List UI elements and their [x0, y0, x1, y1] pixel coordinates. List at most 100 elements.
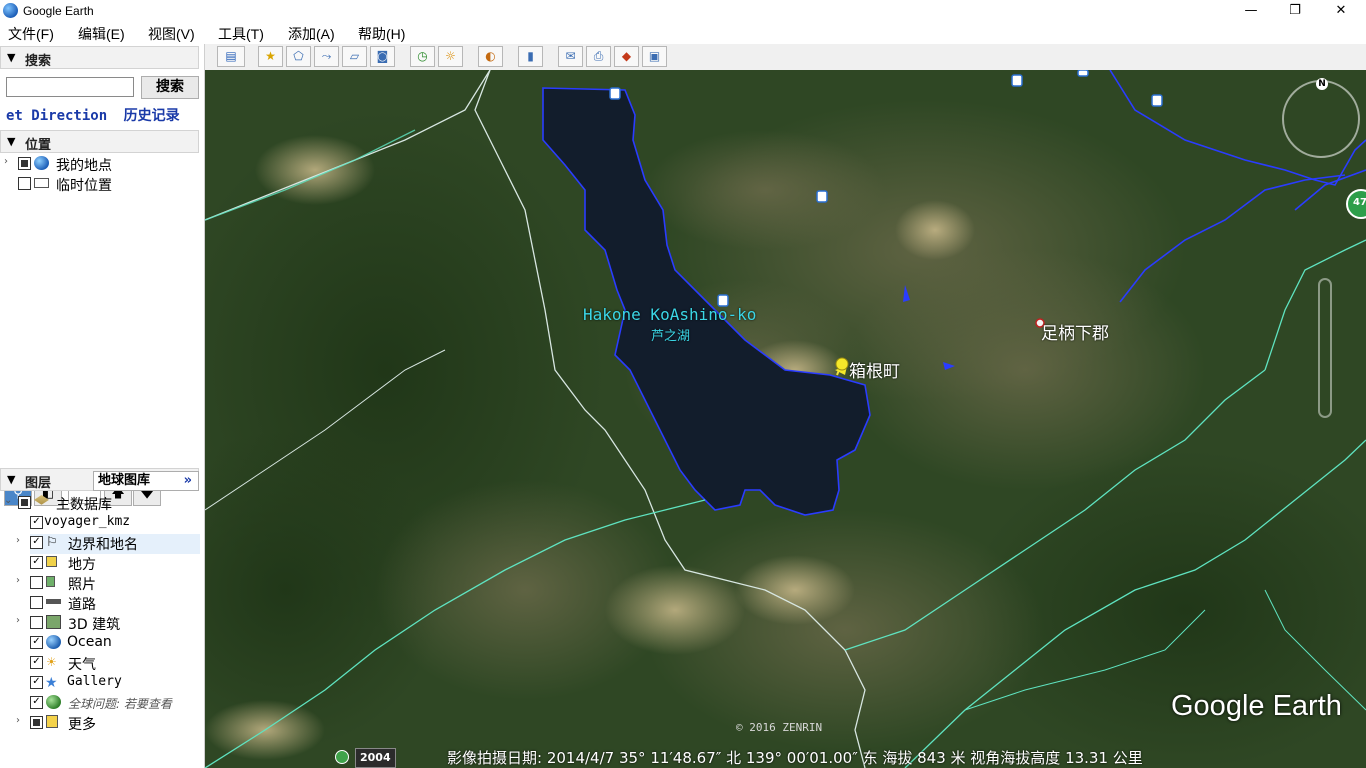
expand-arrow-icon[interactable]: ›: [16, 715, 20, 726]
layer-label: 全球问题: 若要查看: [68, 697, 172, 711]
checkbox[interactable]: ✓: [30, 536, 43, 549]
menu-add[interactable]: 添加(A): [288, 24, 335, 44]
print-icon[interactable]: ⎙: [586, 46, 611, 67]
collapse-triangle-icon[interactable]: ▼: [7, 51, 15, 64]
compass-control[interactable]: N: [1282, 78, 1360, 158]
collapse-triangle-icon[interactable]: ▼: [7, 473, 15, 486]
toolbar: ▤ ★ ⬠ ⤳ ▱ ◙ ◷ ☼ ◐ ▮ ✉ ⎙ ◆ ▣: [205, 44, 1366, 70]
google-earth-app-icon: [3, 3, 18, 18]
window-title: Google Earth: [23, 4, 94, 18]
layer-label: 地方: [68, 557, 96, 573]
historical-imagery-icon[interactable]: ◷: [410, 46, 435, 67]
layer-label: 照片: [68, 577, 96, 593]
road-icon: [46, 599, 61, 604]
search-panel-title: 搜索: [25, 54, 52, 69]
historical-year-badge[interactable]: 2004: [355, 748, 396, 768]
record-tour-icon[interactable]: ◙: [370, 46, 395, 67]
folder-icon: [34, 178, 49, 188]
expand-arrow-icon[interactable]: ›: [16, 575, 20, 586]
collapse-triangle-icon[interactable]: ▼: [7, 135, 15, 148]
checkbox[interactable]: [18, 157, 31, 170]
layers-panel-title: 图层: [25, 476, 52, 491]
search-button[interactable]: 搜索: [141, 76, 199, 99]
checkbox[interactable]: ✓: [30, 556, 43, 569]
maximize-button[interactable]: ❐: [1272, 0, 1318, 22]
menu-file[interactable]: 文件(F): [8, 24, 54, 44]
menu-view[interactable]: 视图(V): [148, 24, 195, 44]
layer-label: 更多: [68, 717, 96, 733]
places-item-label: 我的地点: [56, 158, 112, 174]
clock-icon[interactable]: [335, 750, 349, 764]
layer-label: 主数据库: [56, 497, 112, 513]
layer-label: 边界和地名: [68, 537, 138, 553]
photo-icon: [46, 576, 55, 587]
sidebar: ▼ 搜索 搜索 et Direction 历史记录 ▼ 位置 › 我的地点 临时…: [0, 44, 205, 768]
places-panel-header[interactable]: ▼ 位置: [0, 130, 199, 153]
globe-icon: [46, 695, 61, 709]
add-polygon-icon[interactable]: ⬠: [286, 46, 311, 67]
switch-planet-icon[interactable]: ◐: [478, 46, 503, 67]
title-bar: Google Earth — ❐ ✕: [0, 0, 1366, 22]
status-text: 影像拍摄日期: 2014/4/7 35° 11′48.67″ 北 139° 00…: [447, 749, 1143, 767]
lake-japanese-label: 芦之湖: [651, 329, 691, 344]
search-input[interactable]: [6, 77, 134, 97]
menu-tools[interactable]: 工具(T): [218, 24, 264, 44]
menu-help[interactable]: 帮助(H): [358, 24, 405, 44]
compass-north-label: N: [1316, 78, 1328, 90]
minimize-button[interactable]: —: [1228, 0, 1274, 22]
town-label: 箱根町: [849, 362, 900, 382]
add-path-icon[interactable]: ⤳: [314, 46, 339, 67]
directions-link[interactable]: et Direction: [6, 108, 107, 124]
close-button[interactable]: ✕: [1318, 0, 1364, 22]
earth-gallery-label: 地球图库: [98, 473, 151, 488]
checkbox[interactable]: ✓: [30, 676, 43, 689]
expand-arrow-icon[interactable]: ›: [4, 156, 8, 167]
view-in-maps-icon[interactable]: ◆: [614, 46, 639, 67]
layer-label: 3D 建筑: [68, 617, 121, 633]
layer-label: 天气: [68, 657, 96, 673]
layers-panel-header[interactable]: ▼ 图层 地球图库 »: [0, 468, 199, 491]
earth-gallery-button[interactable]: 地球图库 »: [93, 471, 199, 491]
checkbox[interactable]: [30, 576, 43, 589]
checkbox[interactable]: ✓: [30, 636, 43, 649]
places-item-label: 临时位置: [56, 178, 112, 194]
map-view[interactable]: Hakone KoAshino-ko 芦之湖 箱根町 足柄下郡 47 N © 2…: [205, 70, 1366, 768]
layer-global-awareness[interactable]: ✓ 全球问题: 若要查看: [30, 694, 200, 714]
search-panel-header[interactable]: ▼ 搜索: [0, 46, 199, 69]
sunlight-icon[interactable]: ☼: [438, 46, 463, 67]
expand-arrow-icon[interactable]: ›: [16, 615, 20, 626]
places-panel-title: 位置: [25, 138, 52, 153]
history-link[interactable]: 历史记录: [124, 108, 180, 124]
checkbox[interactable]: [30, 596, 43, 609]
zoom-slider[interactable]: [1318, 278, 1332, 418]
checkbox[interactable]: ✓: [30, 656, 43, 669]
weather-sun-icon: ☀: [46, 655, 57, 669]
route-badge: 47: [1353, 197, 1366, 208]
globe-icon: [34, 156, 49, 170]
add-overlay-icon[interactable]: ▱: [342, 46, 367, 67]
satellite-imagery: [205, 70, 1366, 768]
checkbox[interactable]: [30, 716, 43, 729]
lake-english-label: Hakone KoAshino-ko: [583, 305, 757, 324]
checkbox[interactable]: [18, 177, 31, 190]
building-icon: [46, 615, 61, 629]
checkbox[interactable]: ✓: [30, 696, 43, 709]
expand-arrow-icon[interactable]: ›: [16, 535, 20, 546]
email-icon[interactable]: ✉: [558, 46, 583, 67]
sidebar-toggle-icon[interactable]: ▤: [217, 46, 245, 67]
layer-label: Ocean: [67, 634, 112, 650]
district-label: 足柄下郡: [1041, 324, 1109, 344]
add-placemark-icon[interactable]: ★: [258, 46, 283, 67]
google-earth-logo: Google Earth: [1171, 690, 1342, 722]
save-image-icon[interactable]: ▣: [642, 46, 667, 67]
expand-arrow-icon[interactable]: ⌄: [4, 495, 12, 506]
checkbox[interactable]: [18, 496, 31, 509]
status-bar: 2004 影像拍摄日期: 2014/4/7 35° 11′48.67″ 北 13…: [205, 746, 1366, 768]
layer-label: Gallery: [67, 674, 122, 689]
layer-borders-labels[interactable]: › ✓ ⚐ 边界和地名: [16, 534, 200, 554]
checkbox[interactable]: [30, 616, 43, 629]
menu-edit[interactable]: 编辑(E): [78, 24, 125, 44]
ocean-globe-icon: [46, 635, 61, 649]
ruler-icon[interactable]: ▮: [518, 46, 543, 67]
checkbox[interactable]: ✓: [30, 516, 43, 529]
